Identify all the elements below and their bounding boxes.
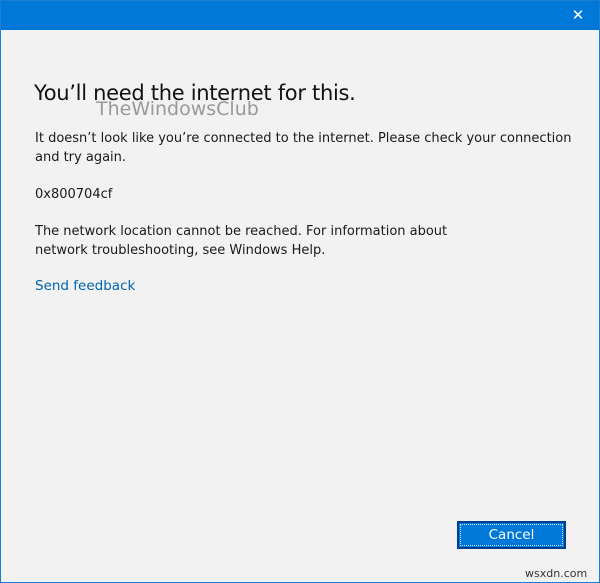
close-button[interactable]: ✕ bbox=[563, 4, 593, 26]
title-bar[interactable]: ✕ bbox=[1, 1, 599, 30]
watermark-bottom: wsxdn.com bbox=[525, 567, 588, 580]
error-detail: The network location cannot be reached. … bbox=[35, 224, 448, 258]
cancel-button[interactable]: Cancel bbox=[457, 521, 566, 549]
close-icon: ✕ bbox=[571, 6, 585, 24]
focus-rect bbox=[460, 524, 563, 546]
send-feedback-link[interactable]: Send feedback bbox=[35, 278, 135, 294]
error-code: 0x800704cf bbox=[35, 187, 113, 202]
connection-message: It doesn’t look like you’re connected to… bbox=[35, 131, 572, 165]
dialog-window: ✕ You’ll need the internet for this. The… bbox=[0, 0, 600, 583]
watermark-top: TheWindowsClub bbox=[96, 98, 259, 120]
